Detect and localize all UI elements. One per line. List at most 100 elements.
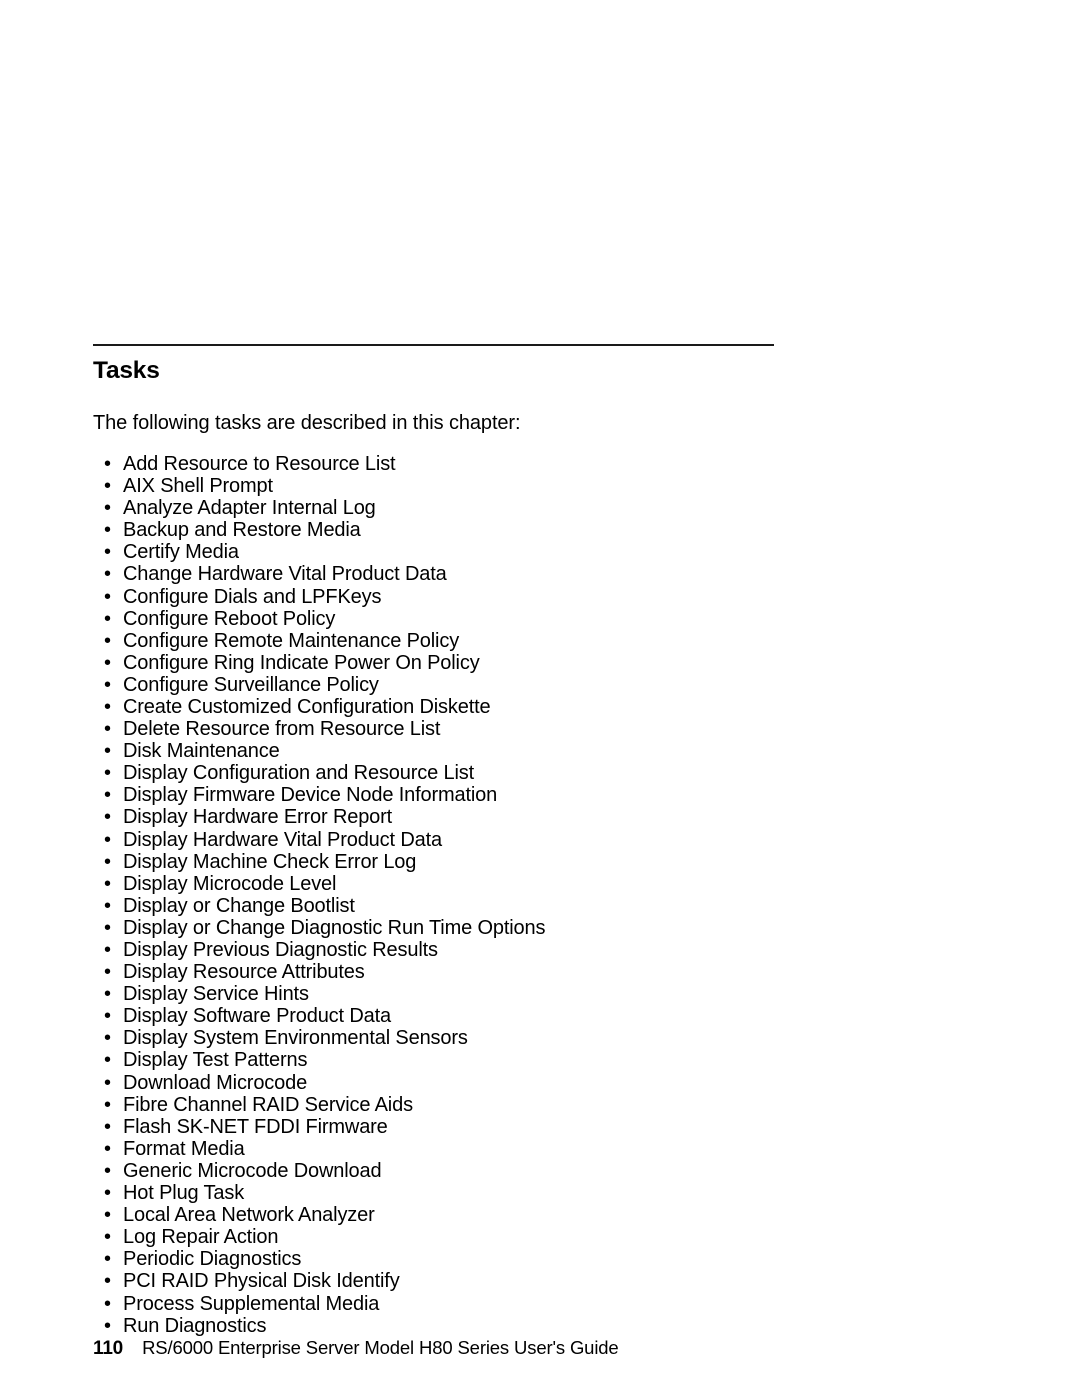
list-item-label: Disk Maintenance [123, 740, 280, 763]
bullet-icon: • [104, 607, 111, 630]
list-item-label: Process Supplemental Media [123, 1292, 380, 1315]
bullet-icon: • [104, 673, 111, 696]
footer-book-title: RS/6000 Enterprise Server Model H80 Seri… [142, 1337, 619, 1358]
list-item-label: Configure Dials and LPFKeys [123, 585, 382, 608]
bullet-icon: • [104, 740, 111, 763]
bullet-icon: • [104, 872, 111, 895]
bullet-icon: • [104, 497, 111, 520]
page-footer: 110 RS/6000 Enterprise Server Model H80 … [93, 1337, 619, 1360]
bullet-icon: • [104, 850, 111, 873]
list-item: • Certify Media [93, 541, 993, 563]
list-item-label: Local Area Network Analyzer [123, 1204, 375, 1227]
bullet-icon: • [104, 983, 111, 1006]
list-item: • Configure Surveillance Policy [93, 674, 993, 696]
list-item: • Display Firmware Device Node Informatio… [93, 784, 993, 806]
list-item: • Format Media [93, 1138, 993, 1160]
list-item: • Display Hardware Vital Product Data [93, 829, 993, 851]
list-item-label: Display or Change Diagnostic Run Time Op… [123, 916, 546, 939]
page-title: Tasks [93, 357, 160, 384]
list-item-label: Format Media [123, 1137, 245, 1160]
list-item-label: PCI RAID Physical Disk Identify [123, 1270, 400, 1293]
bullet-icon: • [104, 961, 111, 984]
bullet-icon: • [104, 1204, 111, 1227]
list-item: • Display Test Patterns [93, 1049, 993, 1071]
bullet-icon: • [104, 1049, 111, 1072]
list-item-label: Run Diagnostics [123, 1314, 267, 1337]
list-item: • Flash SK-NET FDDI Firmware [93, 1116, 993, 1138]
list-item: • Configure Dials and LPFKeys [93, 586, 993, 608]
bullet-icon: • [104, 762, 111, 785]
list-item-label: Display Software Product Data [123, 1005, 391, 1028]
list-item-label: Log Repair Action [123, 1226, 279, 1249]
list-item: • Configure Ring Indicate Power On Policy [93, 652, 993, 674]
bullet-icon: • [104, 651, 111, 674]
bullet-icon: • [104, 1115, 111, 1138]
bullet-icon: • [104, 695, 111, 718]
list-item: • Display Machine Check Error Log [93, 851, 993, 873]
bullet-icon: • [104, 718, 111, 741]
bullet-icon: • [104, 1027, 111, 1050]
list-item-label: Display Resource Attributes [123, 961, 365, 984]
list-item: • Periodic Diagnostics [93, 1248, 993, 1270]
bullet-icon: • [104, 1248, 111, 1271]
list-item-label: Display Previous Diagnostic Results [123, 939, 438, 961]
list-item-label: Configure Surveillance Policy [123, 673, 379, 696]
list-item: • Disk Maintenance [93, 740, 993, 762]
list-item-label: Display Firmware Device Node Information [123, 784, 498, 807]
list-item: • Display Hardware Error Report [93, 806, 993, 828]
bullet-icon: • [104, 585, 111, 608]
bullet-icon: • [104, 1226, 111, 1249]
page-content: Tasks The following tasks are described … [93, 344, 993, 1337]
bullet-icon: • [104, 1292, 111, 1315]
list-item: • Display Previous Diagnostic Results [93, 939, 993, 961]
list-item: • Create Customized Configuration Diskett… [93, 696, 993, 718]
bullet-icon: • [104, 806, 111, 829]
list-item: • Delete Resource from Resource List [93, 718, 993, 740]
bullet-icon: • [104, 1182, 111, 1205]
list-item: • PCI RAID Physical Disk Identify [93, 1270, 993, 1292]
bullet-icon: • [104, 784, 111, 807]
list-item-label: Display Service Hints [123, 983, 309, 1006]
list-item: • Log Repair Action [93, 1226, 993, 1248]
list-item-label: Display or Change Bootlist [123, 894, 355, 917]
list-item-label: Display Hardware Error Report [123, 806, 393, 829]
list-item: • Change Hardware Vital Product Data [93, 563, 993, 585]
bullet-icon: • [104, 916, 111, 939]
list-item: • AIX Shell Prompt [93, 475, 993, 497]
task-list: • Add Resource to Resource List • AIX Shell… [93, 453, 993, 1337]
list-item: • Display or Change Diagnostic Run Time O… [93, 917, 993, 939]
bullet-icon: • [104, 1093, 111, 1116]
list-item: • Hot Plug Task [93, 1182, 993, 1204]
list-item-label: Fibre Channel RAID Service Aids [123, 1093, 413, 1116]
list-item: • Fibre Channel RAID Service Aids [93, 1094, 993, 1116]
section-divider-rule [93, 344, 774, 346]
list-item-label: Configure Remote Maintenance Policy [123, 629, 460, 652]
list-item-label: Configure Ring Indicate Power On Policy [123, 651, 480, 674]
list-item: • Generic Microcode Download [93, 1160, 993, 1182]
list-item-label: Display Microcode Level [123, 872, 337, 895]
list-item: • Display Configuration and Resource List [93, 762, 993, 784]
bullet-icon: • [104, 629, 111, 652]
list-item-label: Configure Reboot Policy [123, 607, 336, 630]
list-item: • Local Area Network Analyzer [93, 1204, 993, 1226]
list-item-label: Display Machine Check Error Log [123, 850, 417, 873]
list-item-label: Display Configuration and Resource List [123, 762, 475, 785]
list-item-label: AIX Shell Prompt [123, 475, 273, 498]
list-item-label: Certify Media [123, 541, 239, 564]
list-item-label: Create Customized Configuration Diskette [123, 695, 491, 718]
list-item-label: Flash SK-NET FDDI Firmware [123, 1115, 388, 1138]
bullet-icon: • [104, 1071, 111, 1094]
list-item: • Display Resource Attributes [93, 961, 993, 983]
list-item: • Display Service Hints [93, 983, 993, 1005]
list-item: • Analyze Adapter Internal Log [93, 497, 993, 519]
bullet-icon: • [104, 939, 111, 961]
page-top-margin [0, 0, 1080, 344]
bullet-icon: • [104, 563, 111, 586]
bullet-icon: • [104, 452, 111, 475]
list-item: • Configure Remote Maintenance Policy [93, 630, 993, 652]
document-page: Tasks The following tasks are described … [0, 0, 1080, 1397]
bullet-icon: • [104, 1159, 111, 1182]
list-item-label: Analyze Adapter Internal Log [123, 497, 376, 520]
bullet-icon: • [104, 475, 111, 498]
bullet-icon: • [104, 1270, 111, 1293]
